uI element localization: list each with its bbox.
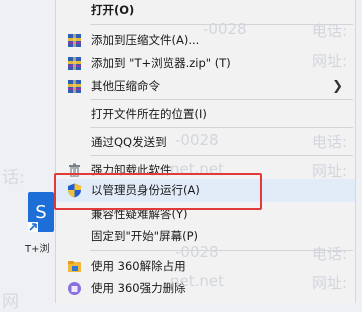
chevron-right-icon: ❯ <box>332 79 343 94</box>
menu-item-compat-troubleshoot-label: 兼容性疑难解答(Y) <box>91 207 188 221</box>
archive-icon <box>67 33 82 48</box>
desktop-shortcut-label: T+浏 <box>25 244 50 255</box>
360-delete-icon <box>67 281 82 296</box>
menu-separator <box>90 127 353 128</box>
svg-text:S: S <box>35 202 46 223</box>
shield-icon <box>67 183 82 198</box>
menu-item-other-compress-label: 其他压缩命令 <box>91 79 160 93</box>
trash-icon <box>67 163 82 178</box>
menu-item-compat-troubleshoot[interactable]: 兼容性疑难解答(Y) <box>56 203 355 226</box>
menu-item-open-label: 打开(O) <box>91 3 135 17</box>
archive-icon <box>67 79 82 94</box>
menu-separator <box>90 155 353 156</box>
watermark-left-b: 网 <box>2 292 19 312</box>
archive-icon <box>67 56 82 71</box>
menu-item-open[interactable]: 打开(O) <box>56 0 355 22</box>
menu-item-add-archive[interactable]: 添加到压缩文件(A)... <box>56 29 355 52</box>
menu-item-send-qq[interactable]: 通过QQ发送到 <box>56 131 355 154</box>
menu-item-other-compress[interactable]: 其他压缩命令 ❯ <box>56 75 355 98</box>
menu-item-run-as-admin-label: 以管理员身份运行(A) <box>91 183 200 197</box>
menu-item-add-archive-label: 添加到压缩文件(A)... <box>91 33 200 47</box>
watermark-left-a: 话: <box>2 168 25 188</box>
context-menu: 打开(O) 添加到压缩文件(A)... 添加到 "T+浏览器.zip" (T) … <box>55 0 356 303</box>
menu-item-send-qq-label: 通过QQ发送到 <box>91 135 167 149</box>
desktop-shortcut-icon[interactable]: S <box>26 190 56 242</box>
folder-lock-icon <box>67 259 82 274</box>
menu-item-pin-start-label: 固定到"开始"屏幕(P) <box>91 229 198 243</box>
menu-separator <box>90 99 353 100</box>
menu-item-pin-start[interactable]: 固定到"开始"屏幕(P) <box>56 225 355 248</box>
menu-item-run-as-admin[interactable]: 以管理员身份运行(A) <box>56 179 355 202</box>
menu-item-add-to-zip-label: 添加到 "T+浏览器.zip" (T) <box>91 56 231 70</box>
menu-item-360-unlock[interactable]: 使用 360解除占用 <box>56 255 355 278</box>
menu-item-360-delete[interactable]: 使用 360强力删除 <box>56 277 355 300</box>
menu-item-add-to-zip[interactable]: 添加到 "T+浏览器.zip" (T) <box>56 52 355 75</box>
menu-separator <box>90 250 353 251</box>
menu-item-360-delete-label: 使用 360强力删除 <box>91 281 186 295</box>
menu-separator <box>90 24 353 25</box>
menu-item-open-location-label: 打开文件所在的位置(I) <box>91 107 207 121</box>
menu-item-360-unlock-label: 使用 360解除占用 <box>91 259 186 273</box>
menu-item-open-location[interactable]: 打开文件所在的位置(I) <box>56 103 355 126</box>
